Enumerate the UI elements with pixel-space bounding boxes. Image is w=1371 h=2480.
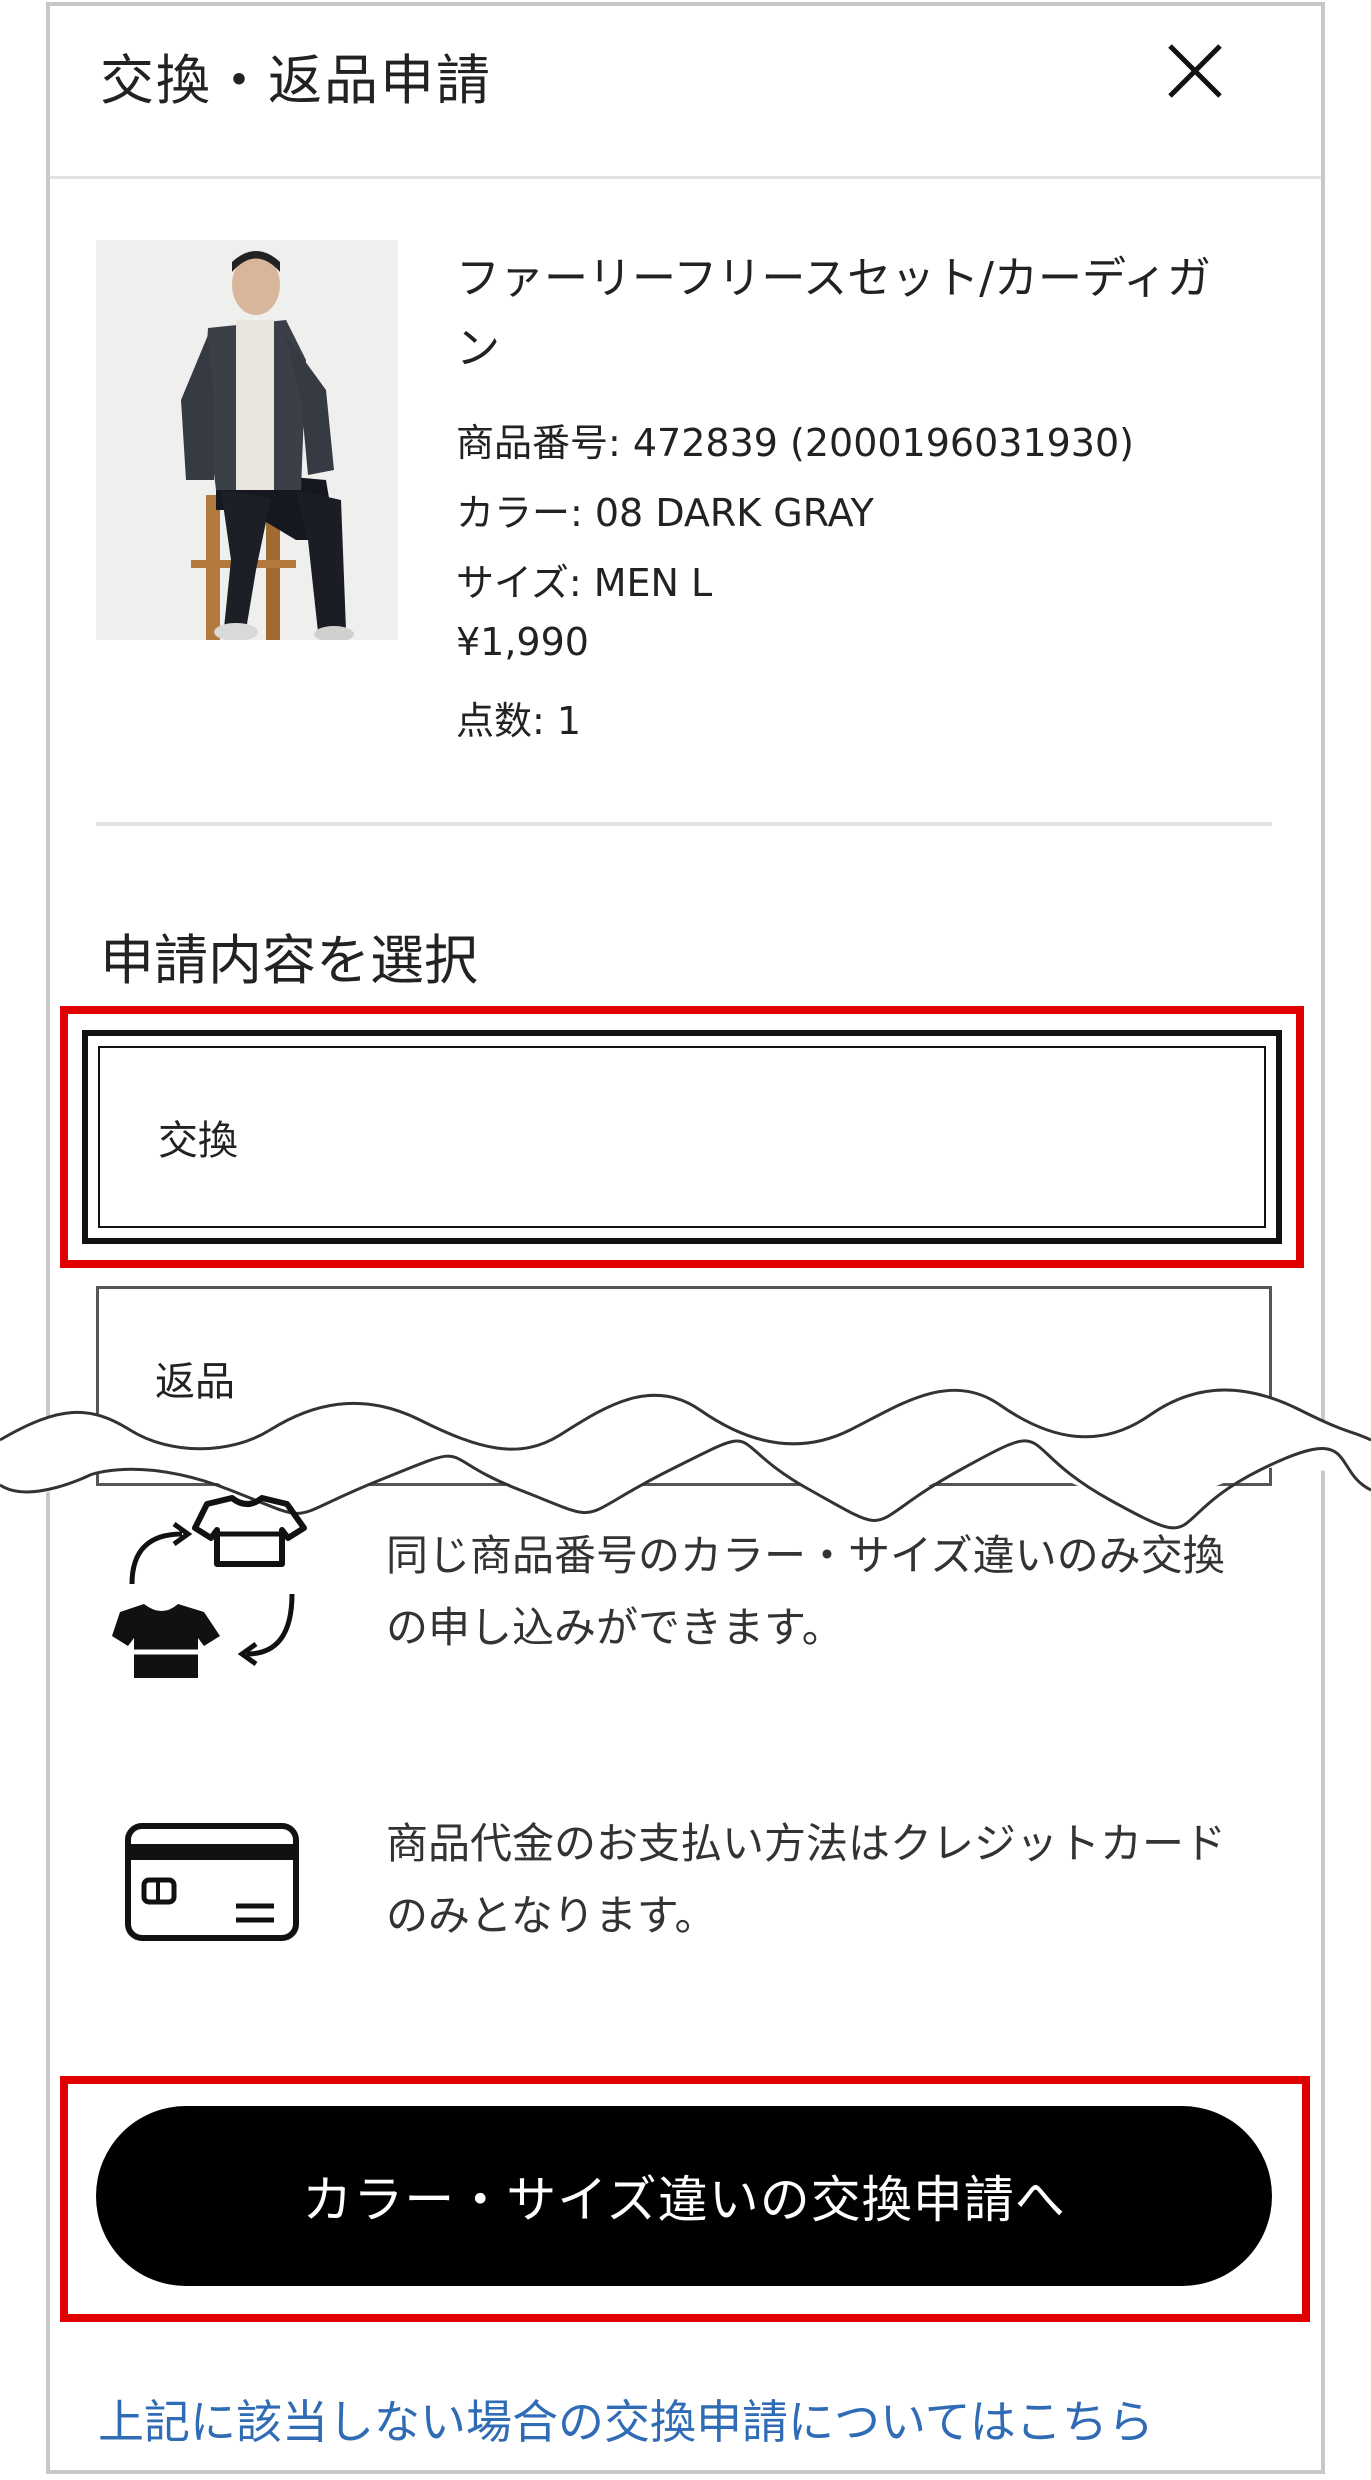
product-photo <box>96 240 398 640</box>
close-icon[interactable] <box>1160 36 1230 106</box>
product-price: ¥1,990 <box>456 620 589 664</box>
shirt-exchange-icon <box>112 1495 307 1678</box>
page-title: 交換・返品申請 <box>100 49 492 112</box>
product-size: サイズ: MEN L <box>456 561 713 605</box>
section-divider <box>96 822 1272 826</box>
product-image <box>96 240 398 640</box>
selection-title: 申請内容を選択 <box>100 929 478 992</box>
option-exchange[interactable]: 交換 <box>82 1030 1282 1244</box>
product-color: カラー: 08 DARK GRAY <box>456 491 874 535</box>
info-text-exchange: 同じ商品番号のカラー・サイズ違いのみ交換の申し込みができます。 <box>386 1531 1225 1652</box>
product-name: ファーリーフリースセット/カーディガン <box>456 253 1211 374</box>
info-icon-exchange <box>112 1494 312 1698</box>
info-text-card: 商品代金のお支払い方法はクレジットカードのみとなります。 <box>386 1819 1227 1940</box>
product-quantity: 点数: 1 <box>456 699 582 743</box>
exchange-apply-button[interactable]: カラー・サイズ違いの交換申請へ <box>96 2106 1272 2286</box>
option-exchange-inner-border <box>98 1046 1266 1228</box>
close-button[interactable] <box>1160 36 1230 106</box>
header-divider <box>50 176 1321 179</box>
other-exchange-link[interactable]: 上記に該当しない場合の交換申請についてはこちら <box>98 2386 1154 2452</box>
exchange-apply-button-label: カラー・サイズ違いの交換申請へ <box>302 2171 1066 2229</box>
product-item-number: 商品番号: 472839 (2000196031930) <box>456 421 1134 465</box>
option-exchange-label: 交換 <box>158 1118 238 1164</box>
info-icon-card <box>124 1822 300 1946</box>
credit-card-icon <box>125 1823 299 1941</box>
